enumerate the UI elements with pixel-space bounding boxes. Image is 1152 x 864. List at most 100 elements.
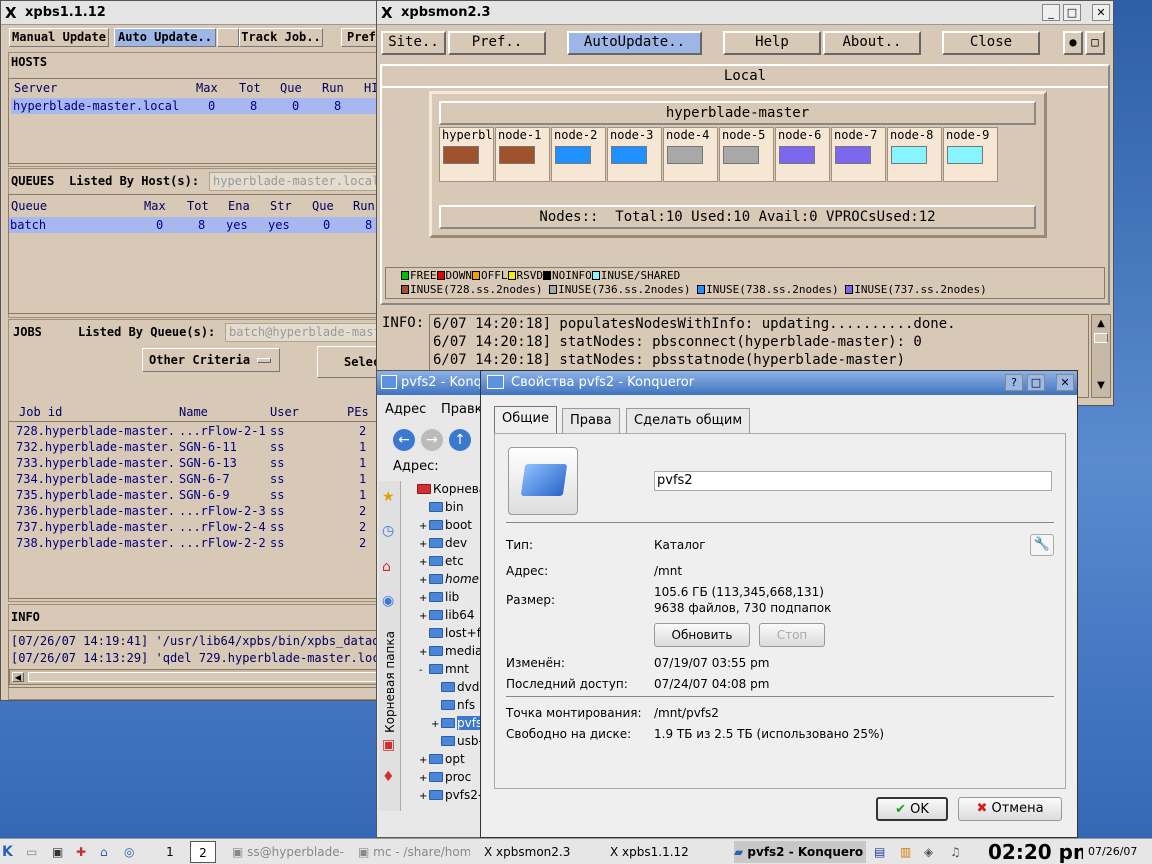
network-icon[interactable]: ◉	[382, 593, 394, 609]
properties-titlebar[interactable]: Свойства pvfs2 - Konqueror ? □ ✕	[481, 371, 1077, 395]
node-tile[interactable]: node-1	[495, 127, 550, 182]
tab-general[interactable]: Общие	[494, 406, 557, 433]
us-flag-icon[interactable]: ▤	[874, 841, 894, 863]
task-mc[interactable]: ▣ mc - /share/hom	[358, 841, 470, 863]
desktop-2[interactable]: 2	[190, 841, 216, 863]
scroll-left-icon[interactable]: ◀	[12, 672, 24, 682]
close-button[interactable]: Close	[942, 31, 1040, 55]
node-tile[interactable]: node-6	[775, 127, 830, 182]
up-icon[interactable]: ↑	[449, 429, 471, 451]
pref-button[interactable]: Pref..	[448, 31, 546, 55]
stop-button[interactable]: Стоп	[759, 623, 825, 647]
calculate-button[interactable]: Обновить	[654, 623, 750, 647]
tree-item[interactable]: dvd	[431, 680, 479, 694]
expander-icon[interactable]: +	[419, 593, 429, 604]
media-icon[interactable]: ♦	[382, 769, 395, 785]
expander-icon[interactable]: -	[419, 665, 429, 676]
expander-icon[interactable]: +	[419, 647, 429, 658]
kmix-icon[interactable]: ♫	[950, 841, 968, 863]
browser-icon[interactable]: ◎	[124, 841, 140, 863]
expander-icon[interactable]: +	[419, 755, 429, 766]
terminal-icon[interactable]: ▣	[52, 841, 68, 863]
folder-icon-button[interactable]	[508, 447, 578, 515]
select-jobs-button[interactable]: Selec	[317, 346, 377, 378]
scroll-down-icon[interactable]: ▼	[1094, 379, 1108, 393]
tab-share[interactable]: Сделать общим	[626, 408, 751, 433]
xpbs-titlebar[interactable]: X xpbs1.1.12	[1, 1, 377, 25]
tree-item[interactable]: nfs	[431, 698, 475, 712]
other-criteria-menu[interactable]: Other Criteria	[142, 348, 280, 372]
mode-dot-icon[interactable]: ●	[1063, 31, 1083, 55]
tree-item[interactable]: + dev	[419, 536, 467, 550]
help-icon[interactable]: ?	[1005, 374, 1023, 391]
help-button[interactable]: Help	[723, 31, 821, 55]
clock-time[interactable]: 02:20 pm	[988, 841, 1083, 863]
scroll-up-icon[interactable]: ▲	[1094, 317, 1108, 331]
close-icon[interactable]: ✕	[1056, 374, 1074, 391]
pref-button[interactable]: Pref	[341, 28, 377, 47]
tree-item[interactable]: - mnt	[419, 662, 469, 676]
task-terminal[interactable]: ▣ ss@hyperblade-	[232, 841, 344, 863]
close-icon[interactable]: ✕	[1092, 4, 1110, 21]
mon-info-vscrollbar[interactable]: ▲ ▼	[1091, 314, 1111, 398]
task-xpbs[interactable]: X xpbs1.1.12	[610, 841, 722, 863]
menu-address[interactable]: Адрес	[385, 402, 426, 417]
home-folder-icon[interactable]: ⌂	[100, 841, 116, 863]
node-tile[interactable]: node-3	[607, 127, 662, 182]
klipper-icon[interactable]: ▥	[900, 841, 918, 863]
info-hscroll-thumb[interactable]	[28, 672, 377, 682]
mon-info-vscroll-thumb[interactable]	[1094, 333, 1108, 343]
services-icon[interactable]: ▣	[382, 737, 395, 753]
menu-edit[interactable]: Правк	[441, 402, 483, 417]
tree-item[interactable]: + lib64	[419, 608, 475, 622]
tree-item[interactable]: + boot	[419, 518, 472, 532]
info-hscrollbar[interactable]: ◀	[9, 669, 377, 685]
tree-item[interactable]: + opt	[419, 752, 465, 766]
tree-item[interactable]: + home	[419, 572, 479, 586]
site-button[interactable]: Site..	[381, 31, 446, 55]
ok-button[interactable]: ✔ OK	[876, 797, 948, 821]
expander-icon[interactable]: +	[419, 539, 429, 550]
bookmarks-icon[interactable]: ★	[382, 489, 395, 505]
expander-icon[interactable]: +	[419, 791, 429, 802]
expander-icon[interactable]: +	[419, 611, 429, 622]
node-tile[interactable]: node-4	[663, 127, 718, 182]
minimize-icon[interactable]: _	[1042, 4, 1060, 21]
tree-item[interactable]: bin	[419, 500, 464, 514]
expander-icon[interactable]: +	[419, 575, 429, 586]
node-tile[interactable]: node-9	[943, 127, 998, 182]
tree-item[interactable]: + pvfs2-s	[419, 788, 488, 802]
updater-icon[interactable]: ◈	[924, 841, 942, 863]
desktop-1[interactable]: 1	[162, 841, 178, 863]
history-icon[interactable]: ◷	[382, 523, 394, 539]
node-tile[interactable]: hyperbla	[439, 127, 494, 182]
cancel-button[interactable]: ✖ Отмена	[958, 797, 1062, 821]
expander-icon[interactable]: +	[419, 521, 429, 532]
xpbsmon-titlebar[interactable]: X xpbsmon2.3 _ □ ✕	[377, 1, 1113, 25]
back-icon[interactable]: ←	[393, 429, 415, 451]
expander-icon[interactable]: +	[419, 557, 429, 568]
autoupdate-button[interactable]: AutoUpdate..	[567, 31, 702, 55]
node-tile[interactable]: node-2	[551, 127, 606, 182]
home-icon[interactable]: ⌂	[382, 559, 391, 575]
tree-item[interactable]: + proc	[419, 770, 471, 784]
expander-icon[interactable]: +	[431, 719, 441, 730]
tree-item[interactable]: + media	[419, 644, 482, 658]
track-job-button[interactable]: Track Job..	[239, 28, 323, 47]
node-tile[interactable]: node-8	[887, 127, 942, 182]
edit-type-icon[interactable]: 🔧	[1030, 534, 1054, 556]
show-desktop-icon[interactable]: ▭	[26, 841, 40, 863]
expander-icon[interactable]: +	[419, 773, 429, 784]
tree-item[interactable]: + lib	[419, 590, 459, 604]
jobs-queue-filter-input[interactable]: batch@hyperblade-mast	[225, 323, 377, 342]
task-konqueror[interactable]: ▰ pvfs2 - Konquero	[734, 841, 866, 863]
mode-square-icon[interactable]: □	[1085, 31, 1105, 55]
forward-icon[interactable]: →	[421, 429, 443, 451]
tab-permissions[interactable]: Права	[562, 408, 620, 433]
node-tile[interactable]: node-7	[831, 127, 886, 182]
help-center-icon[interactable]: ✚	[76, 841, 92, 863]
maximize-icon[interactable]: □	[1063, 4, 1081, 21]
queues-host-filter-input[interactable]: hyperblade-master.local	[209, 172, 377, 191]
sidebar-root-folder-tab[interactable]: Корневая папка	[383, 631, 397, 733]
manual-update-button[interactable]: Manual Update	[9, 28, 109, 47]
